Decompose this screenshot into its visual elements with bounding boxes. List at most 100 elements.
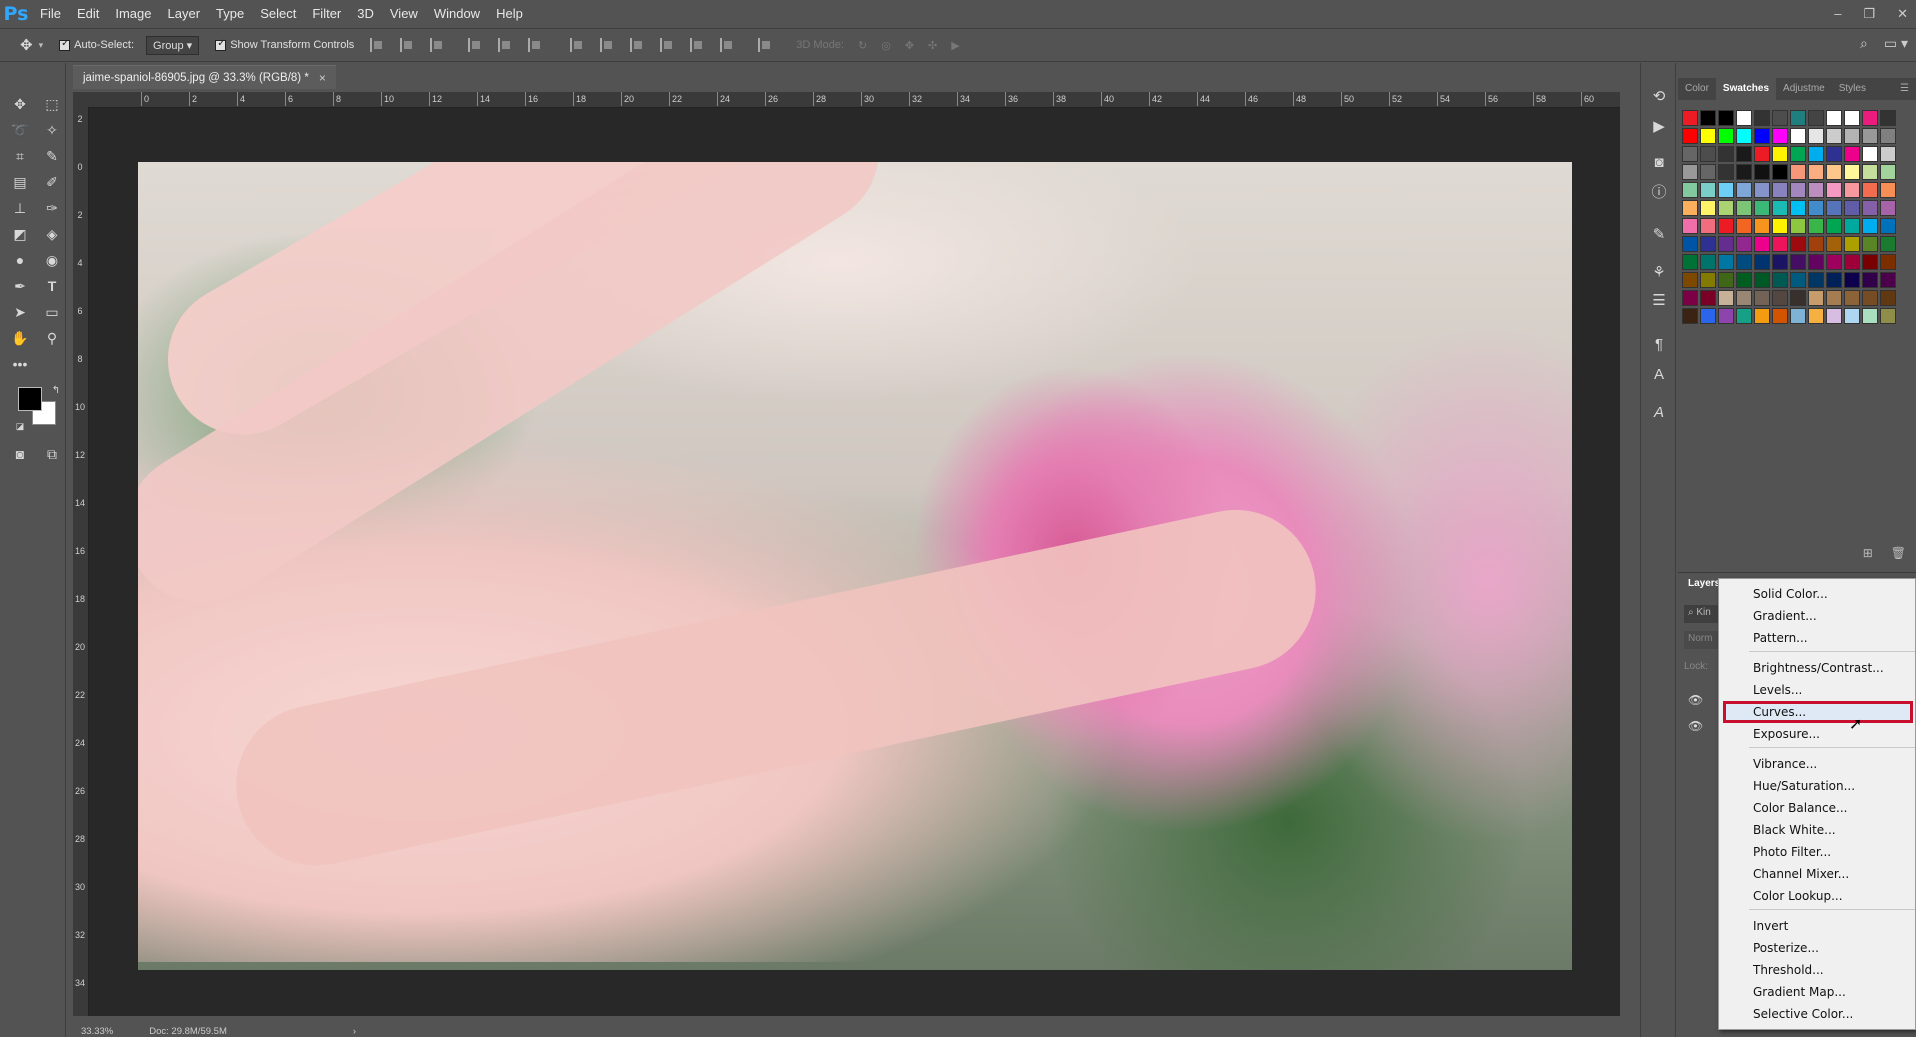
marquee-icon[interactable]: ⬚	[40, 93, 64, 115]
color-swatch[interactable]	[1880, 290, 1896, 306]
info-icon[interactable]: ⓘ	[1649, 183, 1669, 203]
color-swatch[interactable]	[1862, 290, 1878, 306]
dodge-icon[interactable]: ◉	[40, 249, 64, 271]
eyedropper-icon[interactable]: ✎	[40, 145, 64, 167]
color-swatch[interactable]	[1718, 182, 1734, 198]
color-swatch[interactable]	[1844, 110, 1860, 126]
color-swatch[interactable]	[1808, 218, 1824, 234]
pen-icon[interactable]: ✒	[8, 275, 32, 297]
color-swatch[interactable]	[1844, 164, 1860, 180]
foreground-color-swatch[interactable]	[18, 387, 42, 411]
color-swatch[interactable]	[1844, 146, 1860, 162]
color-swatch[interactable]	[1826, 254, 1842, 270]
color-swatch[interactable]	[1700, 254, 1716, 270]
show-transform-checkbox[interactable]: Show Transform Controls	[215, 38, 354, 51]
color-swatch[interactable]	[1844, 308, 1860, 324]
status-menu-arrow[interactable]: ›	[353, 1026, 356, 1037]
quick-mask-icon[interactable]: ◙	[8, 443, 32, 465]
color-swatch[interactable]	[1844, 200, 1860, 216]
menu-item-color-balance[interactable]: Color Balance...	[1719, 797, 1915, 819]
color-swatch[interactable]	[1754, 164, 1770, 180]
move-icon[interactable]: ✥	[8, 93, 32, 115]
color-swatch[interactable]	[1736, 200, 1752, 216]
eye-icon[interactable]: 👁	[1688, 719, 1703, 733]
document-image[interactable]	[138, 162, 1572, 970]
color-swatch[interactable]	[1718, 308, 1734, 324]
color-swatch[interactable]	[1772, 236, 1788, 252]
menu-item-gradient-map[interactable]: Gradient Map...	[1719, 981, 1915, 1003]
color-swatch[interactable]	[1772, 146, 1788, 162]
swap-colors-icon[interactable]: ↰	[44, 379, 68, 401]
blur-icon[interactable]: ●	[8, 249, 32, 271]
color-swatch[interactable]	[1736, 272, 1752, 288]
color-swatch[interactable]	[1718, 218, 1734, 234]
color-swatch[interactable]	[1754, 200, 1770, 216]
color-swatch[interactable]	[1862, 254, 1878, 270]
color-swatch[interactable]	[1718, 146, 1734, 162]
color-swatch[interactable]	[1808, 236, 1824, 252]
color-swatch[interactable]	[1808, 128, 1824, 144]
color-swatch[interactable]	[1790, 164, 1806, 180]
color-swatch[interactable]	[1880, 164, 1896, 180]
color-swatch[interactable]	[1754, 182, 1770, 198]
menu-item-posterize[interactable]: Posterize...	[1719, 937, 1915, 959]
distribute-left-icon[interactable]	[660, 38, 674, 52]
color-swatch[interactable]	[1808, 164, 1824, 180]
trash-icon[interactable]: 🗑	[1891, 546, 1906, 560]
menu-item-channel-mixer[interactable]: Channel Mixer...	[1719, 863, 1915, 885]
paragraph-icon[interactable]: ¶	[1649, 335, 1669, 355]
color-swatch[interactable]	[1826, 272, 1842, 288]
menu-item-levels[interactable]: Levels...	[1719, 679, 1915, 701]
glyph-icon[interactable]: A	[1649, 403, 1669, 423]
color-swatch[interactable]	[1772, 200, 1788, 216]
distribute-vcenter-icon[interactable]	[600, 38, 614, 52]
color-swatch[interactable]	[1682, 110, 1698, 126]
color-swatch[interactable]	[1754, 308, 1770, 324]
align-bottom-icon[interactable]	[430, 38, 444, 52]
color-swatch[interactable]	[1772, 110, 1788, 126]
color-swatch[interactable]	[1754, 272, 1770, 288]
menu-help[interactable]: Help	[488, 0, 531, 27]
color-swatch[interactable]	[1880, 308, 1896, 324]
menu-file[interactable]: File	[32, 0, 69, 27]
color-swatch[interactable]	[1808, 110, 1824, 126]
color-swatch[interactable]	[1862, 164, 1878, 180]
tab-swatches[interactable]: Swatches	[1715, 78, 1777, 100]
color-swatch[interactable]	[1862, 182, 1878, 198]
color-swatch[interactable]	[1844, 236, 1860, 252]
history-icon[interactable]: ⟲	[1649, 87, 1669, 107]
color-swatch[interactable]	[1718, 110, 1734, 126]
color-swatch[interactable]	[1700, 182, 1716, 198]
screen-mode-icon[interactable]: ⧉	[40, 443, 64, 465]
color-swatch[interactable]	[1754, 218, 1770, 234]
checkbox-icon[interactable]	[215, 38, 227, 51]
menu-layer[interactable]: Layer	[160, 0, 209, 27]
workspace-icon[interactable]: ▭ ▾	[1884, 35, 1908, 52]
color-swatch[interactable]	[1844, 218, 1860, 234]
color-swatch[interactable]	[1736, 164, 1752, 180]
color-swatch[interactable]	[1808, 182, 1824, 198]
3d-slide-icon[interactable]: ✣	[928, 39, 937, 52]
color-swatch[interactable]	[1682, 218, 1698, 234]
color-swatch[interactable]	[1682, 254, 1698, 270]
menu-item-pattern[interactable]: Pattern...	[1719, 627, 1915, 649]
properties-icon[interactable]: ☰	[1649, 291, 1669, 311]
color-swatch[interactable]	[1826, 146, 1842, 162]
zoom-level[interactable]: 33.33%	[81, 1026, 113, 1037]
color-swatch[interactable]	[1718, 290, 1734, 306]
color-swatch[interactable]	[1772, 164, 1788, 180]
menu-item-selective-color[interactable]: Selective Color...	[1719, 1003, 1915, 1025]
play-icon[interactable]: ▶	[1649, 117, 1669, 137]
align-left-icon[interactable]	[468, 38, 482, 52]
brush-icon[interactable]: ✐	[40, 171, 64, 193]
menu-type[interactable]: Type	[208, 0, 252, 27]
color-swatch[interactable]	[1772, 254, 1788, 270]
auto-select-dropdown[interactable]: Group ▾	[146, 35, 200, 55]
color-swatch[interactable]	[1844, 272, 1860, 288]
menu-image[interactable]: Image	[107, 0, 159, 27]
color-swatch[interactable]	[1700, 164, 1716, 180]
color-swatch[interactable]	[1880, 272, 1896, 288]
color-swatch[interactable]	[1700, 110, 1716, 126]
color-swatch[interactable]	[1826, 182, 1842, 198]
color-swatch[interactable]	[1826, 290, 1842, 306]
